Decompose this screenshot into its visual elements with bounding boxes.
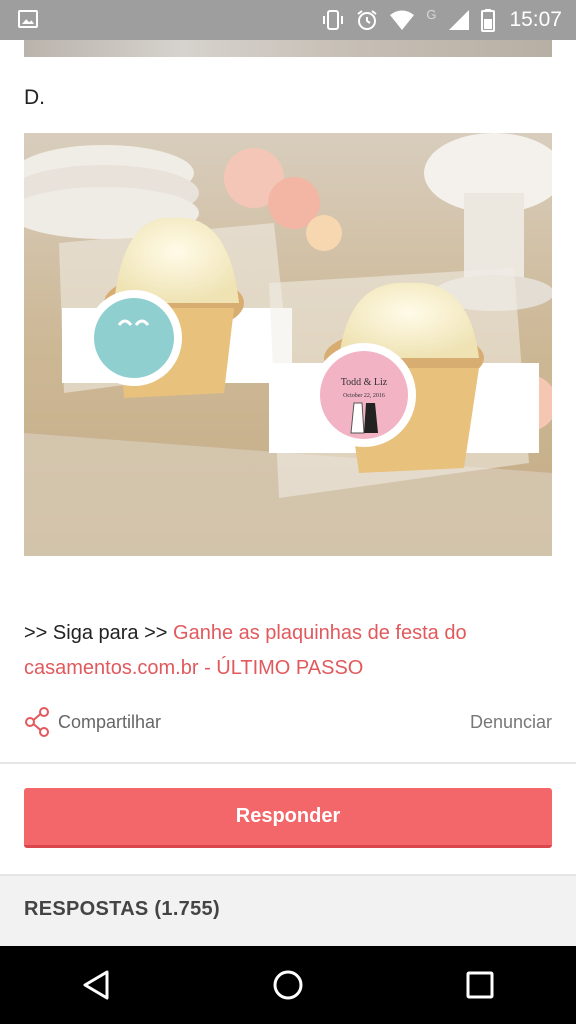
alarm-icon [357, 10, 378, 30]
divider [0, 762, 576, 764]
cupcake-photo-illustration: Todd & Liz October 22, 2016 [24, 133, 552, 556]
back-button[interactable] [66, 955, 126, 1015]
status-bar: G 15:07 [0, 0, 576, 40]
home-icon [273, 970, 303, 1000]
recents-icon [466, 971, 494, 999]
clock: 15:07 [509, 8, 562, 31]
share-button[interactable]: Compartilhar [24, 707, 161, 737]
post-actions: Compartilhar Denunciar [24, 704, 552, 740]
answers-count-label: RESPOSTAS (1.755) [24, 898, 220, 920]
post-body-text: >> Siga para >> Ganhe as plaquinhas de f… [24, 616, 552, 686]
network-type-label: G [426, 7, 437, 22]
recents-button[interactable] [450, 955, 510, 1015]
status-icons: G 15:07 [321, 0, 562, 40]
system-navigation-bar [0, 946, 576, 1024]
answers-header: RESPOSTAS (1.755) [0, 874, 576, 946]
reply-button[interactable]: Responder [24, 788, 552, 848]
battery-icon [481, 9, 496, 32]
vibrate-icon [323, 10, 344, 30]
report-link[interactable]: Denunciar [470, 712, 552, 733]
post-photo[interactable]: Todd & Liz October 22, 2016 [24, 133, 552, 556]
back-icon [83, 970, 109, 1000]
pink-label-date: October 22, 2016 [343, 393, 385, 399]
share-icon [25, 707, 49, 737]
share-label: Compartilhar [58, 711, 162, 732]
home-button[interactable] [258, 955, 318, 1015]
signal-icon [449, 10, 470, 30]
pink-label-names: Todd & Liz [341, 377, 388, 388]
post-option-letter: D. [24, 86, 45, 109]
previous-post-image[interactable] [24, 40, 552, 57]
body-prefix: >> Siga para >> [24, 622, 174, 644]
wifi-icon [390, 10, 415, 30]
image-icon [18, 10, 38, 28]
